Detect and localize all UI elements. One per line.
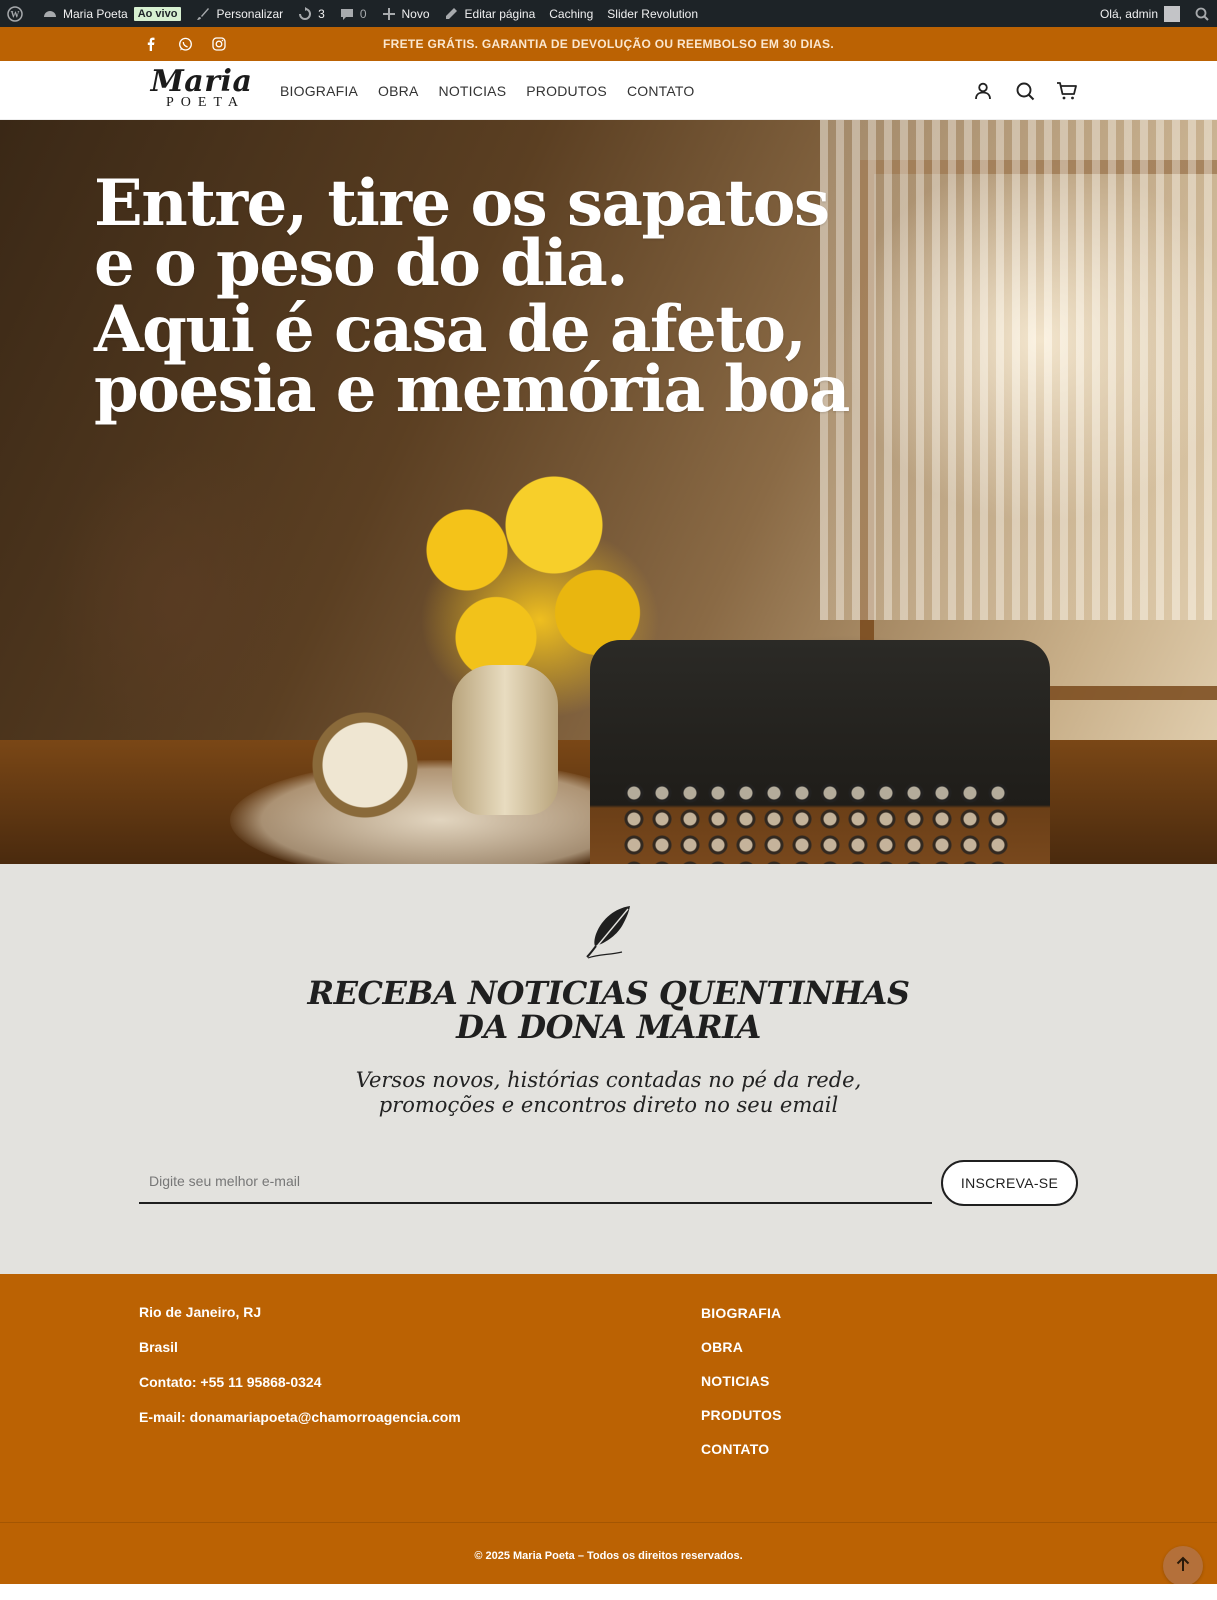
dashboard-icon [42, 6, 58, 22]
footer-divider [0, 1522, 1217, 1523]
email-input[interactable] [139, 1160, 932, 1204]
site-name: Maria Poeta [63, 6, 128, 21]
comments-link[interactable]: 0 [332, 0, 374, 27]
footer-info: Rio de Janeiro, RJ Brasil Contato: +55 1… [139, 1304, 461, 1444]
page-bottom [0, 1584, 1217, 1600]
hero-slider: Entre, tire os sapatos e o peso do dia. … [0, 120, 1217, 864]
footer-contact: Contato: +55 11 95868-0324 [139, 1374, 322, 1390]
search-icon[interactable] [1013, 79, 1037, 103]
edit-page-label: Editar página [464, 6, 536, 21]
header-actions [971, 61, 1079, 120]
nav-produtos[interactable]: PRODUTOS [526, 83, 607, 99]
footer-city: Rio de Janeiro, RJ [139, 1304, 262, 1320]
hero-line-4: poesia e memória boa [94, 352, 850, 427]
admin-bar: W Maria Poeta Ao vivo Personalizar 3 0 N… [0, 0, 1217, 27]
comments-count: 0 [359, 6, 367, 21]
nav-obra[interactable]: OBRA [378, 83, 418, 99]
footer-country: Brasil [139, 1339, 178, 1355]
hero-vase [452, 665, 558, 815]
customize-link[interactable]: Personalizar [188, 0, 290, 27]
hero-typewriter-keys [620, 780, 1010, 864]
live-badge: Ao vivo [133, 6, 182, 21]
slider-revolution-link[interactable]: Slider Revolution [600, 0, 705, 27]
hero-curtain [820, 120, 1217, 620]
footer-nav: BIOGRAFIA OBRA NOTICIAS PRODUTOS CONTATO [701, 1305, 782, 1475]
hero-headline: Entre, tire os sapatos e o peso do dia. … [94, 166, 854, 427]
site-header: Maria POETA BIOGRAFIA OBRA NOTICIAS PROD… [0, 61, 1217, 120]
footer-email: E-mail: donamariapoeta@chamorroagencia.c… [139, 1409, 461, 1425]
site-footer: Rio de Janeiro, RJ Brasil Contato: +55 1… [0, 1274, 1217, 1584]
hero-line-3: Aqui é casa de afeto, [94, 292, 807, 367]
nav-biografia[interactable]: BIOGRAFIA [280, 83, 358, 99]
edit-page-link[interactable]: Editar página [437, 0, 543, 27]
copyright: © 2025 Maria Poeta – Todos os direitos r… [474, 1550, 743, 1562]
wordpress-logo-button[interactable]: W [0, 0, 35, 27]
whatsapp-icon[interactable] [177, 36, 193, 52]
account-icon[interactable] [971, 79, 995, 103]
instagram-icon[interactable] [211, 36, 227, 52]
caching-link[interactable]: Caching [542, 0, 600, 27]
nav-noticias[interactable]: NOTICIAS [439, 83, 507, 99]
hero-clock [310, 710, 420, 820]
my-account-link[interactable]: Olá, admin [1093, 0, 1187, 27]
newsletter-section: RECEBA NOTICIAS QUENTINHAS DA DONA MARIA… [0, 864, 1217, 1274]
main-nav: BIOGRAFIA OBRA NOTICIAS PRODUTOS CONTATO [280, 61, 694, 120]
wordpress-icon: W [7, 5, 23, 22]
arrow-up-icon [1176, 1556, 1190, 1577]
pencil-icon [444, 6, 460, 22]
social-links [143, 27, 227, 61]
new-content-link[interactable]: Novo [374, 0, 437, 27]
svg-text:W: W [11, 9, 20, 19]
updates-count: 3 [318, 6, 325, 21]
nav-contato[interactable]: CONTATO [627, 83, 695, 99]
cart-icon[interactable] [1055, 79, 1079, 103]
avatar [1164, 5, 1180, 22]
footer-link-produtos[interactable]: PRODUTOS [701, 1407, 782, 1423]
hero-line-1: Entre, tire os sapatos [94, 166, 830, 241]
site-logo[interactable]: Maria POETA [139, 67, 264, 115]
newsletter-subtitle: Versos novos, histórias contadas no pé d… [355, 1068, 862, 1117]
greeting: Olá, admin [1099, 6, 1158, 21]
updates-link[interactable]: 3 [290, 0, 332, 27]
hero-line-2: e o peso do dia. [94, 226, 628, 301]
updates-icon [297, 6, 313, 22]
caching-label: Caching [549, 6, 594, 21]
facebook-icon[interactable] [143, 36, 159, 52]
promo-bar: FRETE GRÁTIS. GARANTIA DE DEVOLUÇÃO OU R… [0, 27, 1217, 61]
plus-icon [381, 6, 397, 22]
subscribe-button[interactable]: INSCREVA-SE [941, 1160, 1078, 1206]
footer-link-biografia[interactable]: BIOGRAFIA [701, 1305, 782, 1321]
logo-script: Maria [150, 64, 253, 99]
new-label: Novo [401, 6, 430, 21]
back-to-top-button[interactable] [1163, 1546, 1203, 1586]
customize-label: Personalizar [216, 6, 284, 21]
footer-link-obra[interactable]: OBRA [701, 1339, 782, 1355]
quill-icon [582, 904, 636, 960]
footer-link-contato[interactable]: CONTATO [701, 1441, 782, 1457]
newsletter-title: RECEBA NOTICIAS QUENTINHAS DA DONA MARIA [307, 974, 910, 1046]
comment-icon [339, 6, 355, 22]
footer-link-noticias[interactable]: NOTICIAS [701, 1373, 782, 1389]
admin-search-button[interactable] [1187, 0, 1217, 27]
brush-icon [195, 6, 211, 22]
site-name-link[interactable]: Maria Poeta Ao vivo [35, 0, 188, 27]
search-icon [1194, 6, 1210, 22]
slider-label: Slider Revolution [607, 6, 698, 21]
